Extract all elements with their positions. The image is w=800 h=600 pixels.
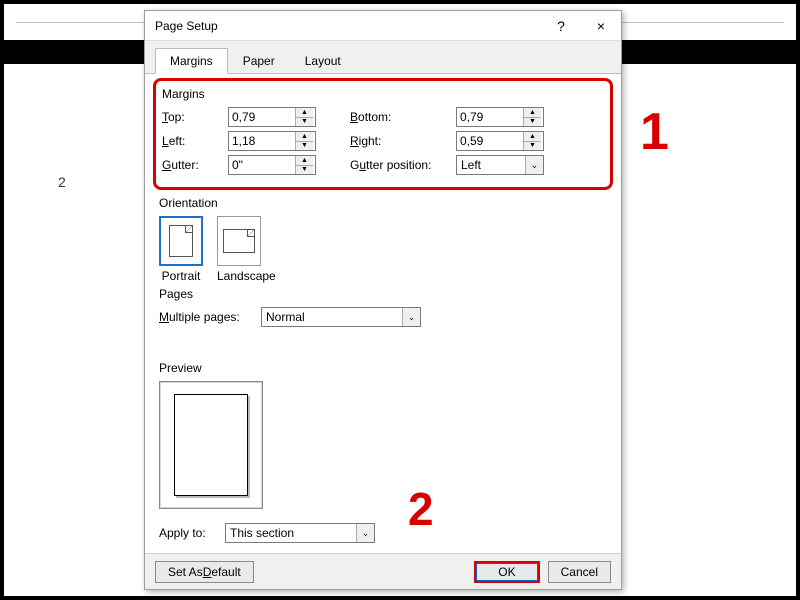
right-spinner[interactable]: ▲▼ bbox=[456, 131, 544, 151]
bottom-input[interactable] bbox=[457, 108, 523, 126]
left-input[interactable] bbox=[229, 132, 295, 150]
landscape-label: Landscape bbox=[217, 269, 276, 283]
spin-up-icon[interactable]: ▲ bbox=[296, 156, 313, 166]
annotation-1: 1 bbox=[640, 102, 669, 162]
document-page-number: 2 bbox=[58, 174, 66, 190]
annotation-2: 2 bbox=[408, 482, 434, 536]
set-default-button[interactable]: Set As Default bbox=[155, 561, 254, 583]
spin-down-icon[interactable]: ▼ bbox=[296, 142, 313, 151]
spin-up-icon[interactable]: ▲ bbox=[524, 108, 541, 118]
spin-down-icon[interactable]: ▼ bbox=[524, 118, 541, 127]
multiple-pages-dropdown[interactable]: Normal ⌄ bbox=[261, 307, 421, 327]
top-label: Top: bbox=[162, 110, 222, 124]
bottom-label: Bottom: bbox=[350, 110, 450, 124]
help-button[interactable]: ? bbox=[541, 11, 581, 41]
portrait-label: Portrait bbox=[159, 269, 203, 283]
titlebar: Page Setup ? × bbox=[145, 11, 621, 41]
chevron-down-icon: ⌄ bbox=[402, 308, 420, 326]
left-label: Left: bbox=[162, 134, 222, 148]
orientation-group-label: Orientation bbox=[159, 196, 607, 210]
close-button[interactable]: × bbox=[581, 11, 621, 41]
apply-to-value: This section bbox=[226, 524, 356, 542]
pages-group-label: Pages bbox=[159, 287, 607, 301]
tab-margins[interactable]: Margins bbox=[155, 48, 228, 74]
multiple-pages-value: Normal bbox=[262, 308, 402, 326]
portrait-icon bbox=[169, 225, 193, 257]
landscape-icon bbox=[223, 229, 255, 253]
ok-button[interactable]: OK bbox=[474, 561, 539, 583]
spin-up-icon[interactable]: ▲ bbox=[296, 132, 313, 142]
multiple-pages-label: Multiple pages: bbox=[159, 310, 255, 324]
bottom-spinner[interactable]: ▲▼ bbox=[456, 107, 544, 127]
preview-box bbox=[159, 381, 263, 509]
cancel-button[interactable]: Cancel bbox=[548, 561, 611, 583]
top-spinner[interactable]: ▲▼ bbox=[228, 107, 316, 127]
tab-paper[interactable]: Paper bbox=[228, 48, 290, 74]
apply-to-dropdown[interactable]: This section ⌄ bbox=[225, 523, 375, 543]
tab-layout[interactable]: Layout bbox=[290, 48, 356, 74]
page-setup-dialog: Page Setup ? × Margins Paper Layout Marg… bbox=[144, 10, 622, 590]
gutter-spinner[interactable]: ▲▼ bbox=[228, 155, 316, 175]
dialog-footer: Set As Default OK Cancel bbox=[145, 553, 621, 589]
left-spinner[interactable]: ▲▼ bbox=[228, 131, 316, 151]
chevron-down-icon: ⌄ bbox=[525, 156, 543, 174]
margins-group-label: Margins bbox=[162, 87, 604, 101]
spin-down-icon[interactable]: ▼ bbox=[296, 166, 313, 175]
preview-page-icon bbox=[174, 394, 248, 496]
gutter-input[interactable] bbox=[229, 156, 295, 174]
right-label: Right: bbox=[350, 134, 450, 148]
orientation-portrait[interactable]: Portrait bbox=[159, 216, 203, 283]
gutter-pos-value: Left bbox=[457, 156, 525, 174]
gutter-label: Gutter: bbox=[162, 158, 222, 172]
dialog-title: Page Setup bbox=[155, 19, 541, 33]
spin-up-icon[interactable]: ▲ bbox=[296, 108, 313, 118]
preview-group-label: Preview bbox=[159, 361, 607, 375]
apply-to-label: Apply to: bbox=[159, 526, 219, 540]
gutter-pos-dropdown[interactable]: Left ⌄ bbox=[456, 155, 544, 175]
spin-down-icon[interactable]: ▼ bbox=[524, 142, 541, 151]
orientation-landscape[interactable]: Landscape bbox=[217, 216, 276, 283]
spin-up-icon[interactable]: ▲ bbox=[524, 132, 541, 142]
chevron-down-icon: ⌄ bbox=[356, 524, 374, 542]
gutter-pos-label: Gutter position: bbox=[350, 158, 450, 172]
top-input[interactable] bbox=[229, 108, 295, 126]
spin-down-icon[interactable]: ▼ bbox=[296, 118, 313, 127]
tab-strip: Margins Paper Layout bbox=[145, 41, 621, 74]
right-input[interactable] bbox=[457, 132, 523, 150]
dialog-body: Margins Top: ▲▼ Bottom: ▲▼ Left: ▲▼ bbox=[145, 74, 621, 556]
margins-highlight: Margins Top: ▲▼ Bottom: ▲▼ Left: ▲▼ bbox=[153, 78, 613, 190]
